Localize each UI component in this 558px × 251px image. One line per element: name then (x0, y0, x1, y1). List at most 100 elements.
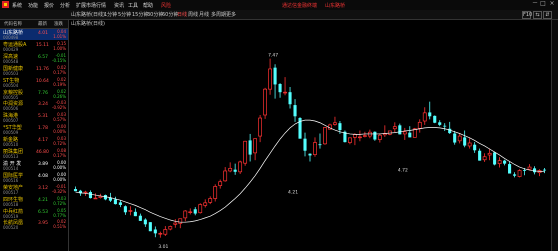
watchlist-row[interactable]: ST生物 000504 10.64 0.02 0.19% (0, 77, 68, 88)
watchlist-row[interactable]: 深高速 000548 6.57 -0.01 -0.15% (0, 53, 68, 64)
chart-title-tab: 山东路桥(日线) (71, 12, 105, 18)
stock-price: 3.24 (37, 102, 48, 108)
tab-15min[interactable]: 15分钟 (132, 11, 148, 18)
watchlist-row[interactable]: 渝 开 发 000514 3.89 0.00 0.00% (0, 160, 68, 171)
watchlist-row[interactable]: 新金路 000510 4.17 0.03 0.72% (0, 136, 68, 147)
candle (163, 226, 168, 236)
tab-weekly[interactable]: 周线 (188, 11, 198, 18)
watchlist-row[interactable]: 荣安地产 000517 3.12 -0.01 -0.32% (0, 184, 68, 195)
tab-daily[interactable]: 日线 (177, 11, 187, 18)
tab-multi-period[interactable]: 多周期 (211, 11, 226, 18)
vertical-scrollbar[interactable] (551, 20, 558, 251)
watchlist-row[interactable]: 国新健康 000503 11.76 0.02 0.17% (0, 65, 68, 76)
candle-body (293, 105, 297, 117)
watchlist-row[interactable]: 长航凤凰 000520 3.95 0.02 0.51% (0, 219, 68, 230)
stock-price: 15.11 (36, 42, 49, 48)
watchlist-row[interactable]: 中兵红箭 000519 6.53 0.05 0.77% (0, 208, 68, 219)
stock-promo[interactable]: 山东路桥 (325, 2, 345, 9)
menu-news[interactable]: 资讯 (114, 2, 124, 9)
candle (228, 162, 233, 173)
stock-code: 000507 (3, 118, 19, 124)
stock-code: 000510 (3, 142, 19, 148)
stock-change-pct: 1.01% (53, 34, 66, 39)
candle (392, 122, 397, 133)
stock-code: 000498 (3, 35, 19, 40)
candle-body (143, 219, 147, 225)
candle-body (392, 126, 397, 130)
menu-help[interactable]: 帮助 (143, 2, 153, 9)
watchlist-row[interactable]: 四环生物 000518 4.21 0.03 0.72% (0, 196, 68, 207)
minimize-button[interactable]: － (532, 1, 538, 7)
tab-monthly[interactable]: 月线 (199, 11, 209, 18)
tab-1min[interactable]: 1分钟 (104, 11, 117, 18)
tab-5min[interactable]: 5分钟 (118, 11, 131, 18)
tab-30min[interactable]: 30分钟 (147, 11, 163, 18)
stock-price: 4.08 (37, 173, 48, 179)
tab-60min[interactable]: 60分钟 (162, 11, 178, 18)
candle (293, 99, 297, 122)
header-price[interactable]: 最新 (38, 21, 47, 27)
candle-body (362, 135, 367, 137)
candle (457, 133, 462, 144)
terminal-promo[interactable]: 通达信金融终端 (282, 2, 317, 9)
swap-icon[interactable]: ⇆ (533, 11, 542, 19)
watchlist-row[interactable]: 京粮控股 000505 7.76 0.02 0.26% (0, 89, 68, 100)
candle (402, 127, 407, 140)
candle (542, 167, 547, 174)
stock-change-pct: 1.00% (53, 45, 66, 51)
watchlist-row[interactable]: 丽珠集团 000513 46.80 0.08 0.17% (0, 148, 68, 159)
candle (213, 184, 218, 202)
candle (362, 131, 367, 138)
candle-body (338, 123, 342, 131)
candle-body (517, 170, 522, 177)
menu-analysis[interactable]: 分析 (60, 2, 70, 9)
menu-extended-market[interactable]: 扩展市场行情 (76, 2, 106, 9)
tab-more[interactable]: 更多 (226, 11, 236, 18)
watchlist-row[interactable]: 山东路桥 000498 4.01 0.04 1.01% (0, 29, 68, 40)
candle-body (503, 160, 507, 164)
candle-body (438, 122, 442, 125)
candle-body (273, 67, 277, 85)
candle-body (353, 134, 357, 138)
kline-svg: 3.01 4.21 7.47 4.72 (73, 52, 547, 250)
kline-chart[interactable]: 山东路桥(日线) 3.01 4.21 7.47 4.72 (69, 20, 551, 251)
candle (517, 169, 522, 178)
watchlist-row[interactable]: *ST华塑 000509 1.78 0.00 0.00% (0, 124, 68, 135)
menu-system[interactable]: 系统 (12, 2, 22, 9)
watchlist-row[interactable]: 珠海港 000507 5.31 0.03 0.57% (0, 112, 68, 123)
close-button[interactable]: × (549, 1, 555, 7)
stock-change-pct: 0.17% (53, 69, 66, 75)
stock-change-pct: 0.51% (53, 224, 66, 230)
candle (93, 193, 98, 200)
watchlist-row[interactable]: 粤运通股A 000429 15.11 0.15 1.00% (0, 41, 68, 52)
candle (333, 116, 337, 126)
stock-price: 6.53 (37, 209, 48, 215)
stock-price: 3.12 (37, 185, 48, 191)
candle (422, 107, 427, 125)
candle-body (128, 210, 133, 212)
menu-function[interactable]: 功能 (28, 2, 38, 9)
f10-button[interactable]: F10 (522, 11, 532, 19)
candle (298, 117, 302, 139)
candle-body (278, 84, 282, 93)
menu-quotes[interactable]: 报价 (44, 2, 54, 9)
stock-price: 7.76 (37, 90, 48, 96)
candle-body (523, 170, 527, 171)
watchlist-row[interactable]: 中润资源 000506 3.24 -0.03 -0.92% (0, 100, 68, 111)
candle-body (263, 88, 267, 116)
stock-price: 3.95 (37, 221, 48, 227)
watchlist-row[interactable]: 国际医学 000516 4.08 0.00 0.00% (0, 172, 68, 183)
header-change[interactable]: 涨跌 (54, 21, 63, 27)
maximize-button[interactable]: □ (540, 1, 546, 7)
candle (238, 160, 243, 174)
sort-icon[interactable]: ⇵ (543, 11, 552, 19)
header-name[interactable]: 代码名称 (4, 21, 22, 27)
candle-body (433, 115, 437, 123)
candle (503, 159, 507, 166)
stock-change-pct: 0.17% (53, 153, 66, 158)
risk-link[interactable]: 风险 (161, 2, 171, 9)
candle-body (493, 152, 497, 165)
menu-tools[interactable]: 工具 (128, 2, 138, 9)
candle-body (448, 128, 452, 134)
candle-body (428, 112, 432, 117)
